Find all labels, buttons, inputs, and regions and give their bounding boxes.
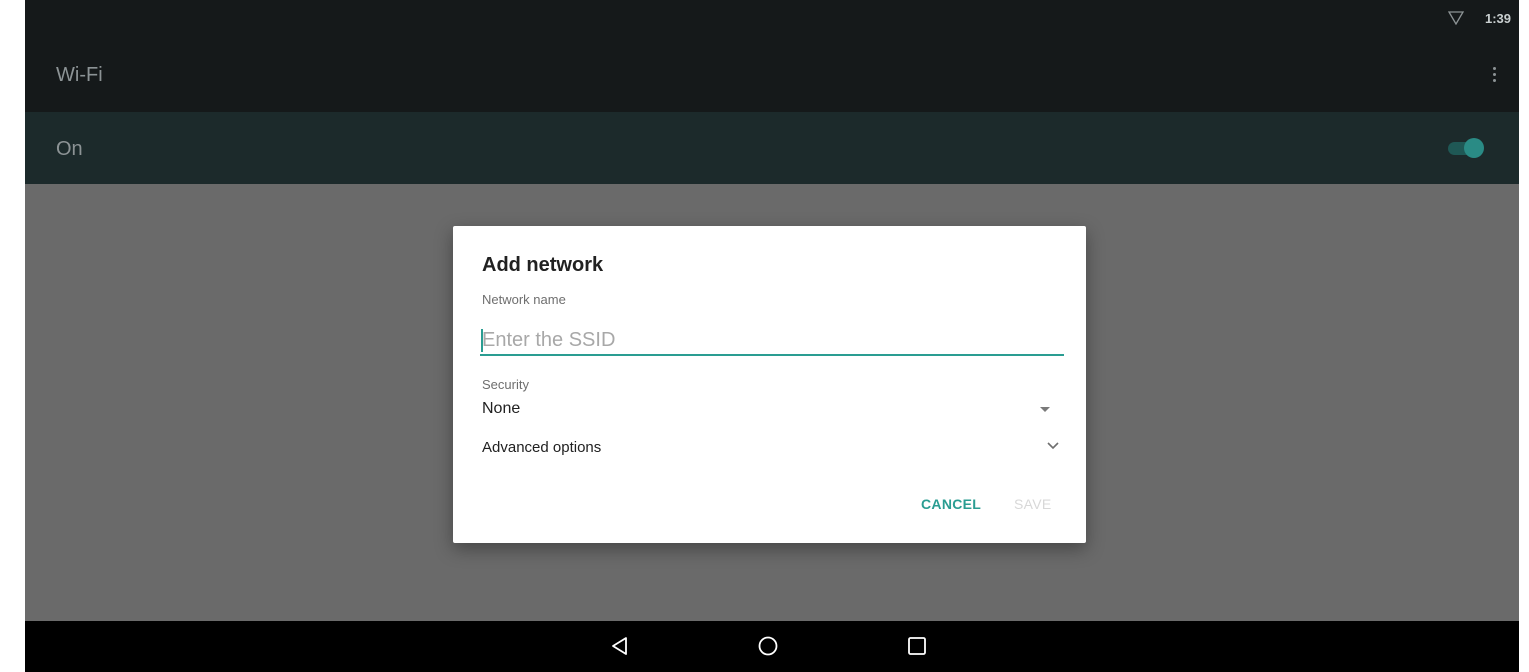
- status-bar: 1:39: [25, 0, 1519, 38]
- recents-icon[interactable]: [904, 633, 930, 659]
- add-network-dialog: Add network Network name Security None A…: [453, 226, 1086, 543]
- security-dropdown[interactable]: None: [482, 398, 1062, 422]
- home-icon[interactable]: [755, 633, 781, 659]
- advanced-options-label: Advanced options: [482, 439, 602, 456]
- security-label: Security: [482, 377, 529, 392]
- menu-dot: [1493, 67, 1496, 70]
- wifi-toggle-switch[interactable]: [1446, 136, 1484, 160]
- cancel-button[interactable]: CANCEL: [921, 496, 981, 512]
- switch-thumb: [1464, 138, 1484, 158]
- wifi-outline-icon: [1448, 11, 1464, 25]
- ssid-input[interactable]: [480, 326, 1064, 356]
- switch-label: On: [56, 138, 83, 160]
- network-name-label: Network name: [482, 292, 566, 307]
- save-button[interactable]: SAVE: [1014, 496, 1052, 512]
- menu-dot: [1493, 73, 1496, 76]
- android-screen: 1:39 Wi-Fi On Add network Network name S…: [0, 0, 1529, 672]
- security-value: None: [482, 400, 521, 417]
- right-edge: [1519, 0, 1529, 672]
- status-time: 1:39: [1484, 11, 1511, 26]
- dialog-title: Add network: [482, 254, 604, 276]
- left-edge: [0, 0, 25, 672]
- back-icon[interactable]: [607, 633, 633, 659]
- menu-dot: [1493, 79, 1496, 82]
- toolbar: Wi-Fi: [25, 38, 1519, 112]
- navigation-bar: [25, 621, 1519, 672]
- page-title: Wi-Fi: [56, 64, 103, 86]
- text-cursor: [481, 329, 483, 352]
- advanced-options-toggle[interactable]: Advanced options: [482, 436, 1062, 460]
- wifi-switch-bar[interactable]: On: [25, 112, 1519, 184]
- dropdown-arrow-icon: [1040, 407, 1050, 412]
- more-vert-icon[interactable]: [1485, 63, 1505, 87]
- chevron-down-icon: [1047, 442, 1059, 450]
